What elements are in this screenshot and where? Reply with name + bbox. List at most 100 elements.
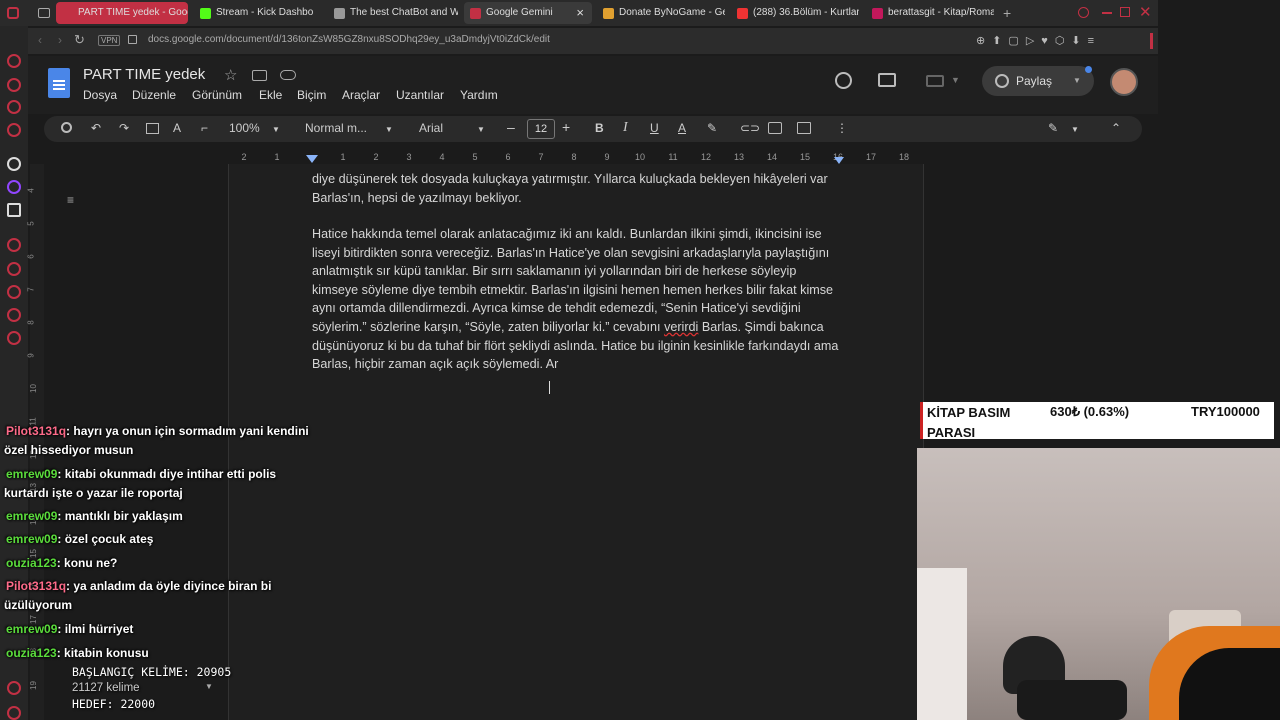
paint-format-icon[interactable]: ⌐ <box>201 121 208 135</box>
more-options-icon[interactable]: ⋮ <box>836 121 848 135</box>
redo-icon[interactable]: ↷ <box>119 121 129 135</box>
style-select[interactable]: Normal m... <box>305 121 367 135</box>
tab-switcher-icon[interactable] <box>38 8 50 18</box>
docs-logo-icon[interactable] <box>48 68 70 98</box>
menu-item[interactable]: Dosya <box>83 88 117 102</box>
paragraph-2[interactable]: Hatice hakkında temel olarak anlatacağım… <box>312 225 842 374</box>
comments-icon[interactable] <box>878 73 896 87</box>
avatar[interactable] <box>1110 68 1138 96</box>
url-input[interactable]: docs.google.com/document/d/136tonZsW85GZ… <box>148 34 550 45</box>
search-menus-icon[interactable] <box>61 122 72 133</box>
chat-text: : ilmi hürriyet <box>57 622 134 636</box>
underline-icon[interactable]: U <box>650 121 659 135</box>
style-dropdown-icon[interactable]: ▼ <box>385 125 393 134</box>
sidebar-app-icon[interactable] <box>7 706 21 720</box>
vpn-badge[interactable]: VPN <box>98 35 121 46</box>
extension-icons[interactable]: ⊕⬆▢▷♥⬡⬇≡ <box>976 34 1101 47</box>
cloud-status-icon[interactable] <box>280 70 296 80</box>
minimize-icon[interactable] <box>1102 12 1112 14</box>
forward-icon[interactable]: › <box>58 33 62 47</box>
close-tab-icon[interactable]: × <box>576 2 584 24</box>
spelling-error-word[interactable]: verirdi <box>664 320 698 334</box>
menu-item[interactable]: Ekle <box>259 88 282 102</box>
back-icon[interactable]: ‹ <box>38 33 42 47</box>
star-icon[interactable]: ☆ <box>224 66 237 84</box>
outline-icon[interactable]: ≡ <box>67 193 74 207</box>
ruler-left-indent-icon[interactable] <box>306 155 318 163</box>
search-tabs-icon[interactable] <box>1078 7 1089 18</box>
font-size-input[interactable]: 12 <box>527 119 555 139</box>
share-dropdown-icon[interactable]: ▼ <box>1073 76 1081 85</box>
menu-item[interactable]: Görünüm <box>192 88 242 102</box>
browser-tab[interactable]: The best ChatBot and Wr <box>328 2 458 24</box>
sidebar-app-icon[interactable] <box>7 681 21 695</box>
sidebar-app-icon[interactable] <box>7 262 21 276</box>
browser-menu-icon[interactable] <box>7 7 19 19</box>
editing-mode-icon[interactable]: ✎ <box>1048 121 1058 135</box>
editing-mode-dropdown-icon[interactable]: ▼ <box>1071 125 1079 134</box>
browser-tab-label: berattasgit - Kitap/Roman <box>888 7 994 18</box>
ruler-tick-label: 4 <box>439 152 445 162</box>
sidebar-app-icon[interactable] <box>7 157 21 171</box>
ruler-tick-label: 11 <box>668 152 678 162</box>
menu-item[interactable]: Biçim <box>297 88 326 102</box>
sidebar-app-icon[interactable] <box>7 238 21 252</box>
menu-item[interactable]: Uzantılar <box>396 88 444 102</box>
close-window-icon[interactable]: ✕ <box>1139 3 1152 21</box>
menu-item[interactable]: Araçlar <box>342 88 380 102</box>
browser-tab[interactable]: PART TIME yedek - Goog <box>56 2 188 24</box>
word-count-dropdown-icon[interactable]: ▼ <box>205 682 213 691</box>
chat-username: Pilot3131q <box>6 579 67 593</box>
browser-tab[interactable]: berattasgit - Kitap/Roman <box>866 2 994 24</box>
font-dropdown-icon[interactable]: ▼ <box>477 125 485 134</box>
browser-tab[interactable]: (288) 36.Bölüm - Kurtlar <box>731 2 859 24</box>
tab-favicon-icon <box>200 8 211 19</box>
insert-link-icon[interactable]: ⊂⊃ <box>740 121 760 135</box>
zoom-select[interactable]: 100% <box>229 121 260 135</box>
chat-message: emrew09: ilmi hürriyet <box>4 620 324 639</box>
share-label: Paylaş <box>1016 74 1053 88</box>
decrease-font-size-icon[interactable]: – <box>507 119 515 135</box>
page-scrollbar[interactable] <box>1150 33 1153 49</box>
print-icon[interactable] <box>146 123 159 134</box>
collapse-toolbar-icon[interactable]: ⌃ <box>1111 121 1121 135</box>
italic-icon[interactable]: I <box>623 120 628 136</box>
meet-dropdown-icon[interactable]: ▼ <box>951 75 960 85</box>
ruler-tick-label: 1 <box>274 152 280 162</box>
text-color-icon[interactable]: A <box>678 121 686 135</box>
new-tab-button[interactable]: + <box>1003 5 1011 21</box>
paragraph-1[interactable]: diye düşünerek tek dosyada kuluçkaya yat… <box>312 170 842 207</box>
ruler-tick-label: 17 <box>865 152 876 162</box>
move-folder-icon[interactable] <box>252 70 267 81</box>
menu-item[interactable]: Düzenle <box>132 88 176 102</box>
version-history-icon[interactable] <box>835 72 852 89</box>
menu-item[interactable]: Yardım <box>460 88 498 102</box>
meet-icon[interactable] <box>926 75 944 87</box>
undo-icon[interactable]: ↶ <box>91 121 101 135</box>
spellcheck-icon[interactable]: A <box>173 121 181 135</box>
sidebar-app-icon[interactable] <box>7 100 21 114</box>
insert-image-icon[interactable] <box>797 122 811 134</box>
highlight-icon[interactable]: ✎ <box>707 121 717 135</box>
sidebar-app-icon[interactable] <box>7 78 21 92</box>
sidebar-app-icon[interactable] <box>7 308 21 322</box>
browser-tab[interactable]: Stream - Kick Dashbo <box>194 2 322 24</box>
sidebar-app-icon[interactable] <box>7 54 21 68</box>
font-select[interactable]: Arial <box>419 121 443 135</box>
sidebar-app-icon[interactable] <box>7 331 21 345</box>
maximize-icon[interactable] <box>1120 7 1130 17</box>
site-info-icon[interactable] <box>128 35 137 44</box>
reload-icon[interactable]: ↻ <box>74 32 85 48</box>
increase-font-size-icon[interactable]: + <box>562 119 570 135</box>
bold-icon[interactable]: B <box>595 121 604 135</box>
sidebar-app-icon[interactable] <box>7 285 21 299</box>
ruler-right-indent-icon[interactable] <box>834 157 844 164</box>
sidebar-app-icon[interactable] <box>7 180 21 194</box>
insert-comment-icon[interactable] <box>768 122 782 134</box>
sidebar-app-icon[interactable] <box>7 123 21 137</box>
browser-tab[interactable]: Google Gemini × <box>464 2 592 24</box>
browser-tab[interactable]: Donate ByNoGame - Gek <box>597 2 725 24</box>
zoom-dropdown-icon[interactable]: ▼ <box>272 125 280 134</box>
document-title[interactable]: PART TIME yedek <box>83 66 205 83</box>
sidebar-app-icon[interactable] <box>7 203 21 217</box>
